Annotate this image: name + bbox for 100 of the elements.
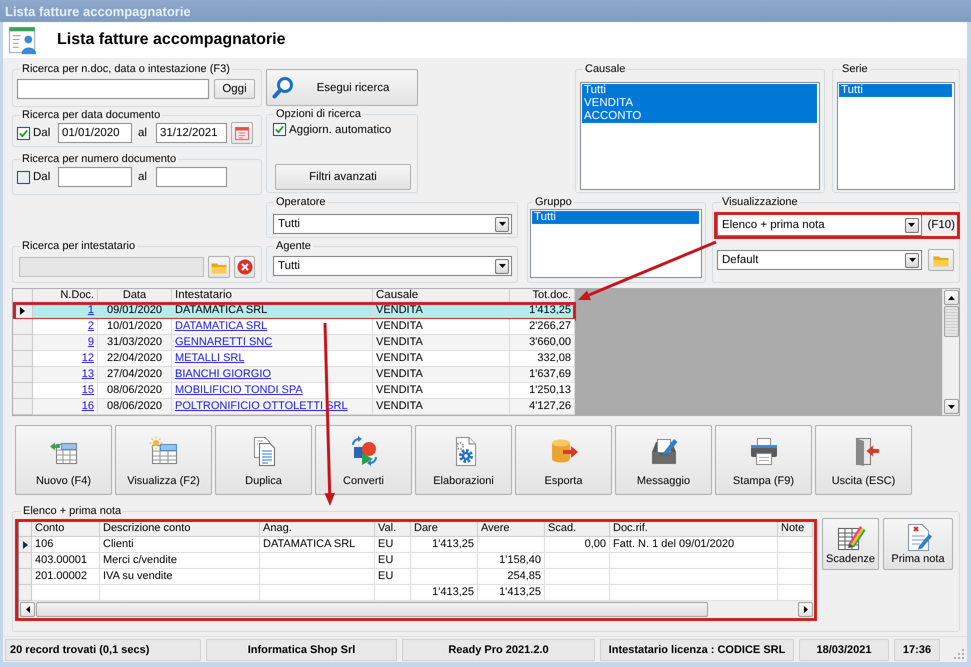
number-field[interactable] [156, 167, 227, 187]
group-label: Ricerca per numero documento [21, 153, 178, 165]
dropdown-button[interactable] [905, 252, 919, 268]
view-select[interactable]: Elenco + prima nota [717, 214, 922, 236]
scroll-left-button[interactable] [20, 602, 35, 617]
dropdown-button[interactable] [904, 218, 919, 232]
dropdown-button[interactable] [495, 258, 509, 274]
document-link[interactable]: 15 [82, 384, 94, 396]
column-header[interactable]: Dare [411, 521, 478, 537]
toolbar-button[interactable]: Esporta [515, 425, 612, 495]
size-grip-icon[interactable] [954, 649, 964, 659]
column-header[interactable]: Avere [478, 521, 545, 537]
document-link[interactable]: MOBILIFICIO TONDI SPA [175, 384, 303, 396]
document-link[interactable]: 16 [82, 400, 94, 412]
toolbar-button[interactable]: Stampa (F9) [715, 425, 812, 495]
table-cell: EU [375, 553, 411, 569]
document-link[interactable]: DATAMATICA SRL [175, 320, 268, 332]
list-item[interactable]: Tutti [582, 84, 817, 97]
document-link[interactable]: 2 [88, 320, 94, 332]
column-header[interactable]: Note [778, 521, 813, 537]
empty-cell [411, 553, 478, 569]
column-header[interactable]: Conto [32, 521, 100, 537]
group-label: Elenco + prima nota [22, 505, 122, 517]
search-field[interactable] [17, 79, 209, 99]
document-link[interactable]: 13 [82, 368, 94, 380]
scroll-thumb[interactable] [36, 602, 708, 617]
agent-select[interactable]: Tutti [273, 256, 512, 276]
vertical-scrollbar[interactable] [942, 289, 959, 415]
list-item[interactable]: Tutti [532, 211, 699, 224]
column-header[interactable]: Anag. [260, 521, 375, 537]
document-link[interactable]: 9 [88, 336, 94, 348]
checkbox[interactable] [17, 126, 30, 140]
search-button[interactable]: Esegui ricerca [266, 69, 418, 106]
down-arrow-icon [948, 404, 954, 408]
list-item[interactable]: ACCONTO [582, 110, 817, 123]
scroll-thumb[interactable] [944, 306, 958, 337]
dropdown-button[interactable] [495, 216, 509, 232]
table-cell: 106 [32, 537, 100, 553]
table-cell: 08/06/2020 [98, 399, 172, 415]
column-header[interactable]: Descrizione conto [100, 521, 260, 537]
group-label: Visualizzazione [721, 196, 799, 208]
operator-select[interactable]: Tutti [273, 214, 512, 234]
advanced-filters-button[interactable]: Filtri avanzati [275, 164, 411, 190]
today-button[interactable]: Oggi [214, 79, 255, 99]
column-header[interactable]: Scad. [545, 521, 610, 537]
list-item[interactable]: VENDITA [582, 97, 817, 110]
table-row[interactable]: 15 08/06/2020 MOBILIFICIO TONDI SPA VENDITA 1'250,13 [13, 383, 575, 399]
list-item[interactable]: Tutti [839, 84, 952, 97]
toolbar-button[interactable]: Elaborazioni [415, 425, 512, 495]
side-button[interactable]: Scadenze [822, 518, 879, 570]
date-field[interactable]: 31/12/2021 [156, 123, 227, 143]
calendar-icon [234, 125, 250, 141]
page-title: Lista fatture accompagnatorie [57, 31, 286, 49]
scroll-right-button[interactable] [798, 602, 813, 617]
document-link[interactable]: 1 [88, 304, 94, 316]
scroll-down-button[interactable] [944, 399, 958, 414]
table-row[interactable]: 2 10/01/2020 DATAMATICA SRL VENDITA 2'266,27 [13, 319, 575, 335]
group-label: Ricerca per data documento [21, 109, 162, 121]
browse-button[interactable] [208, 256, 230, 278]
layout-select[interactable]: Default [717, 250, 922, 270]
row-pointer-icon [20, 306, 25, 314]
date-field[interactable]: 01/01/2020 [58, 123, 132, 143]
table-row[interactable]: 12 22/04/2020 METALLI SRL VENDITA 332,08 [13, 351, 575, 367]
browse-button[interactable] [928, 249, 954, 271]
side-button[interactable]: Prima nota [883, 518, 953, 570]
horizontal-scrollbar[interactable] [19, 601, 814, 618]
table-cell: DATAMATICA SRL [260, 537, 375, 553]
table-row[interactable]: 9 31/03/2020 GENNARETTI SNC VENDITA 3'660,00 [13, 335, 575, 351]
column-header[interactable]: Val. [375, 521, 411, 537]
number-field[interactable] [58, 167, 132, 187]
clear-button[interactable] [234, 256, 255, 278]
status-field: 20 record trovati (0,1 secs) [5, 638, 201, 660]
left-arrow-icon [26, 606, 30, 613]
toolbar-button[interactable]: Nuovo (F4) [15, 425, 112, 495]
empty-cell [778, 537, 813, 553]
document-link[interactable]: METALLI SRL [175, 352, 244, 364]
column-header[interactable]: Doc.rif. [610, 521, 778, 537]
row-selector[interactable] [19, 537, 32, 553]
scroll-up-button[interactable] [944, 290, 958, 305]
empty-cell [778, 569, 813, 585]
document-link[interactable]: GENNARETTI SNC [175, 336, 272, 348]
toolbar-button[interactable]: Duplica [215, 425, 312, 495]
table-row[interactable]: 1 09/01/2020 DATAMATICA SRL VENDITA 1'413,25 [13, 303, 575, 319]
checkbox[interactable] [17, 170, 30, 184]
toolbar-button[interactable]: Converti [315, 425, 412, 495]
toolbar-button[interactable]: Uscita (ESC) [815, 425, 912, 495]
group-label: Ricerca per intestatario [21, 240, 136, 252]
document-link[interactable]: 12 [82, 352, 94, 364]
table-cell: Fatt. N. 1 del 09/01/2020 [610, 537, 778, 553]
checkbox-label: Dal [33, 127, 52, 139]
checkbox[interactable] [273, 123, 286, 136]
group-label: Opzioni di ricerca [275, 108, 362, 120]
toolbar-button[interactable]: Messaggio [615, 425, 712, 495]
table-cell: IVA su vendite [100, 569, 260, 585]
table-sun-icon [148, 435, 180, 467]
empty-cell [411, 569, 478, 585]
document-link[interactable]: BIANCHI GIORGIO [175, 368, 271, 380]
table-row[interactable]: 13 27/04/2020 BIANCHI GIORGIO VENDITA 1'637,69 [13, 367, 575, 383]
toolbar-button[interactable]: Visualizza (F2) [115, 425, 212, 495]
calendar-button[interactable] [231, 122, 253, 144]
